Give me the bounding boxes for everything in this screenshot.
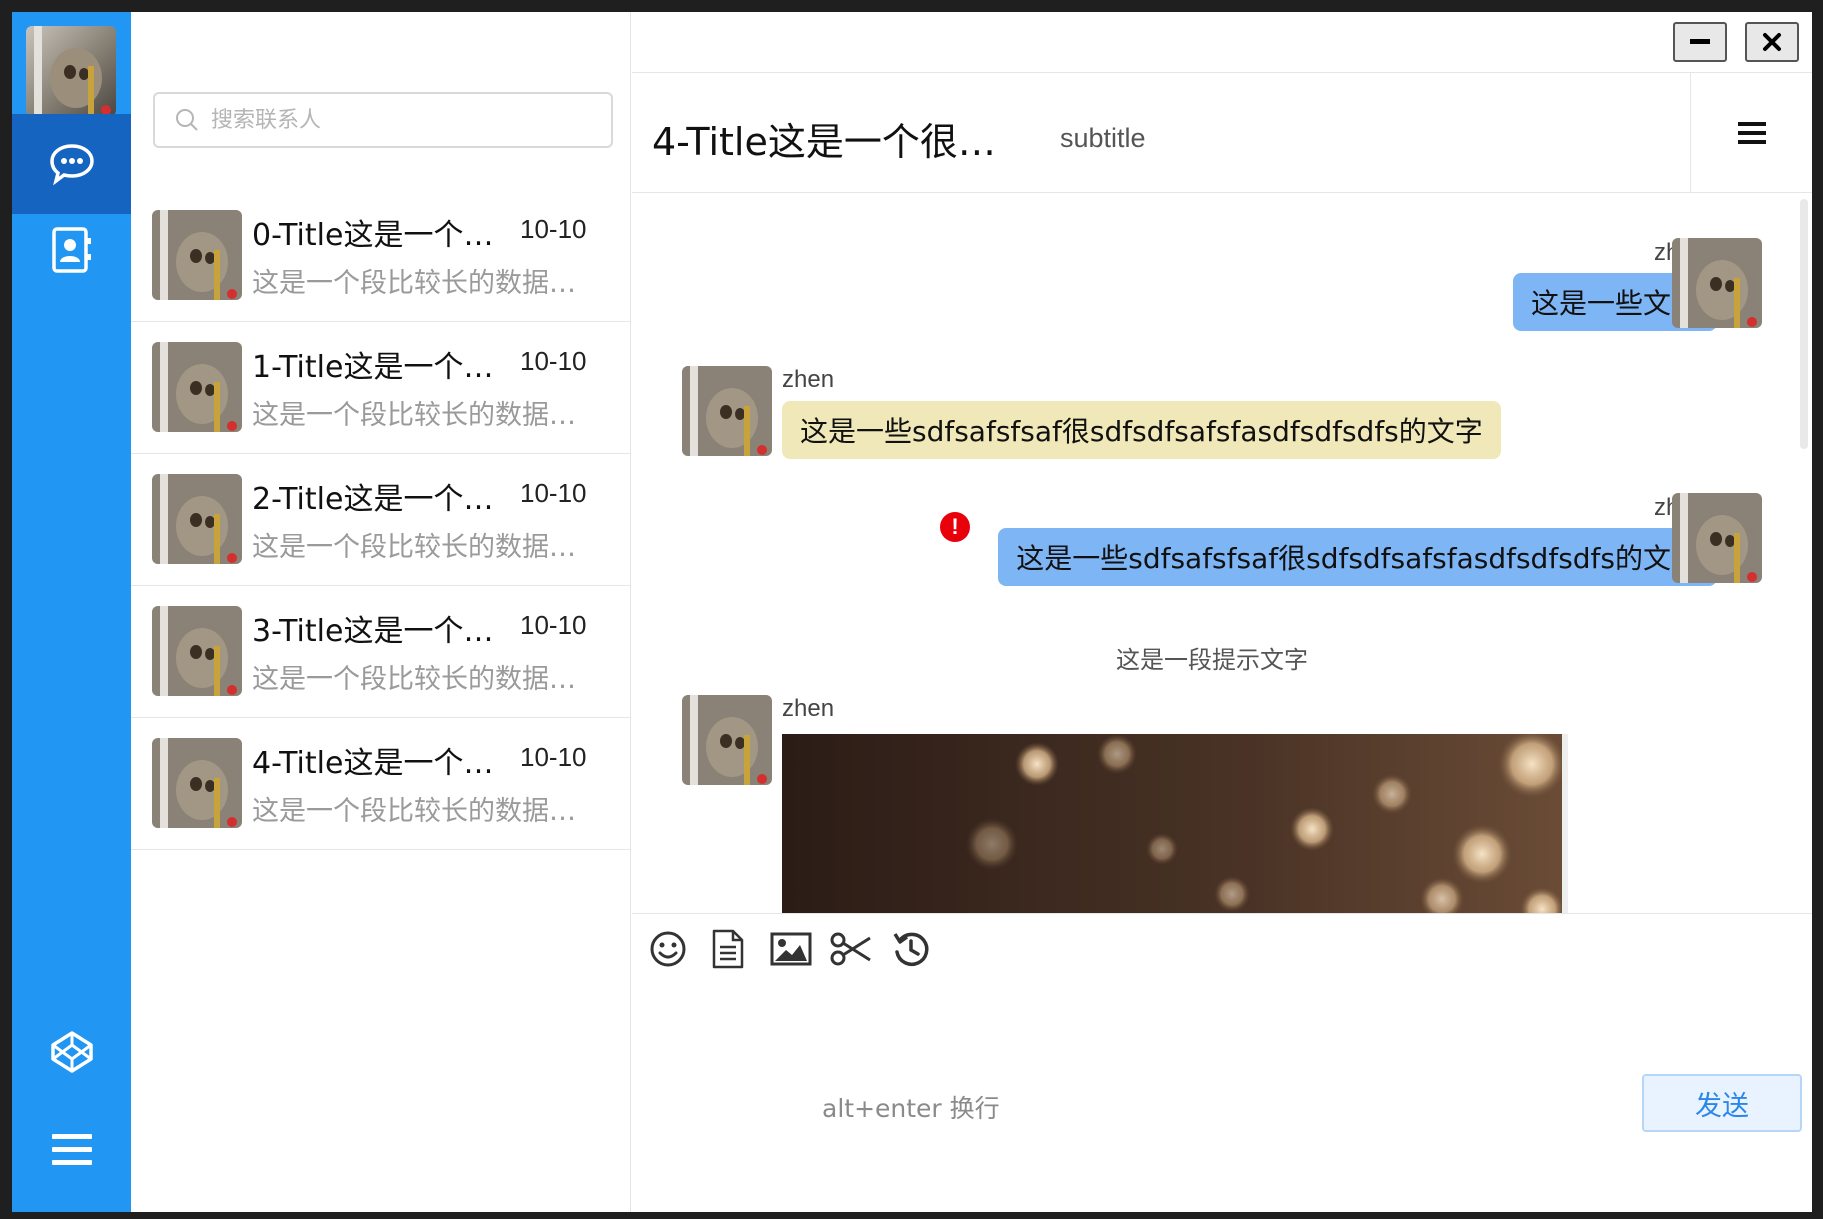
shortcut-hint: alt+enter 换行 — [822, 1094, 1000, 1123]
composer-toolbar — [632, 913, 1812, 983]
nav-chat[interactable] — [12, 114, 131, 214]
hamburger-menu-icon — [51, 1134, 92, 1165]
chat-bubble-icon — [49, 144, 94, 186]
contact-avatar — [152, 474, 242, 564]
hamburger-menu-icon — [1737, 122, 1766, 144]
search-icon — [176, 109, 198, 131]
contact-list: 0-Title这是一个很长很长的标题 10-10 这是一个段比较长的数据的简介 … — [131, 190, 631, 850]
history-icon — [893, 932, 929, 967]
nav-codepen[interactable] — [12, 1002, 131, 1102]
message-input[interactable] — [642, 992, 1792, 1112]
sidebar — [12, 12, 131, 1212]
chat-menu-button[interactable] — [1690, 73, 1812, 193]
image-button[interactable] — [768, 926, 814, 972]
image-icon — [770, 932, 812, 966]
address-book-icon — [51, 227, 91, 273]
contact-title: 3-Title这是一个很长很长的标题 — [252, 614, 502, 649]
contact-item[interactable]: 0-Title这是一个很长很长的标题 10-10 这是一个段比较长的数据的简介 — [131, 190, 631, 322]
message-avatar[interactable] — [1672, 238, 1762, 328]
contact-time: 10-10 — [520, 214, 587, 244]
contact-preview: 这是一个段比较长的数据的简介 — [252, 664, 592, 695]
nav-contacts[interactable] — [12, 200, 131, 300]
message-avatar[interactable] — [682, 695, 772, 785]
contact-avatar — [152, 606, 242, 696]
message-bubble[interactable]: 这是一些sdfsafsfsaf很sdfsdfsafsfasdfsdfsdfs的文… — [782, 401, 1501, 459]
bokeh-image — [782, 734, 1562, 913]
chat-header: 4-Title这是一个很长很长的标题 subtitle — [632, 72, 1812, 193]
contact-time: 10-10 — [520, 742, 587, 772]
nav-menu[interactable] — [12, 1100, 131, 1200]
message-bubble[interactable]: 这是一些sdfsafsfsaf很sdfsdfsafsfasdfsdfsdfs的文… — [998, 528, 1717, 586]
message-avatar[interactable] — [682, 366, 772, 456]
send-button[interactable]: 发送 — [1642, 1074, 1802, 1132]
contact-item[interactable]: 2-Title这是一个很长很长的标题 10-10 这是一个段比较长的数据的简介 — [131, 454, 631, 586]
close-icon — [1763, 33, 1781, 51]
contact-preview: 这是一个段比较长的数据的简介 — [252, 532, 592, 563]
app-window: 0-Title这是一个很长很长的标题 10-10 这是一个段比较长的数据的简介 … — [12, 12, 1812, 1212]
chat-subtitle: subtitle — [1060, 123, 1146, 153]
contact-avatar — [152, 210, 242, 300]
file-icon — [712, 929, 744, 969]
minimize-button[interactable] — [1673, 22, 1727, 62]
message-sender: zhen — [782, 695, 835, 722]
contact-avatar — [152, 342, 242, 432]
close-button[interactable] — [1745, 22, 1799, 62]
contact-title: 0-Title这是一个很长很长的标题 — [252, 218, 502, 253]
message-sender: zhen — [782, 366, 835, 393]
contact-title: 4-Title这是一个很长很长的标题 — [252, 746, 502, 781]
screenshot-button[interactable] — [828, 926, 874, 972]
contact-preview: 这是一个段比较长的数据的简介 — [252, 400, 592, 431]
contact-preview: 这是一个段比较长的数据的简介 — [252, 268, 592, 299]
contact-time: 10-10 — [520, 346, 587, 376]
send-error-icon[interactable]: ! — [940, 512, 970, 542]
contact-time: 10-10 — [520, 478, 587, 508]
search-input[interactable] — [211, 107, 591, 133]
chat-title: 4-Title这是一个很长很长的标题 — [652, 120, 1032, 164]
file-button[interactable] — [705, 926, 751, 972]
search-box — [153, 92, 613, 148]
contact-preview: 这是一个段比较长的数据的简介 — [252, 796, 592, 827]
user-avatar[interactable] — [26, 26, 116, 116]
message-list[interactable]: zhen 这是一些文字 zhen 这是一些sdfsafsfsaf很sdfsdfs… — [632, 193, 1812, 913]
contact-title: 2-Title这是一个很长很长的标题 — [252, 482, 502, 517]
system-hint: 这是一段提示文字 — [1116, 646, 1308, 674]
codepen-icon — [50, 1031, 93, 1073]
message-avatar[interactable] — [1672, 493, 1762, 583]
contact-item[interactable]: 4-Title这是一个很长很长的标题 10-10 这是一个段比较长的数据的简介 — [131, 718, 631, 850]
minimize-icon — [1690, 39, 1710, 44]
emoji-icon — [650, 931, 686, 967]
contact-panel: 0-Title这是一个很长很长的标题 10-10 这是一个段比较长的数据的简介 … — [131, 12, 631, 1212]
history-button[interactable] — [888, 926, 934, 972]
contact-item[interactable]: 3-Title这是一个很长很长的标题 10-10 这是一个段比较长的数据的简介 — [131, 586, 631, 718]
chat-pane: 4-Title这是一个很长很长的标题 subtitle zhen 这是一些文字 … — [632, 72, 1812, 1212]
emoji-button[interactable] — [645, 926, 691, 972]
contact-time: 10-10 — [520, 610, 587, 640]
scrollbar[interactable] — [1800, 199, 1808, 449]
image-message[interactable] — [782, 734, 1562, 913]
contact-avatar — [152, 738, 242, 828]
scissors-icon — [830, 932, 871, 966]
contact-item[interactable]: 1-Title这是一个很长很长的标题 10-10 这是一个段比较长的数据的简介 — [131, 322, 631, 454]
contact-title: 1-Title这是一个很长很长的标题 — [252, 350, 502, 385]
